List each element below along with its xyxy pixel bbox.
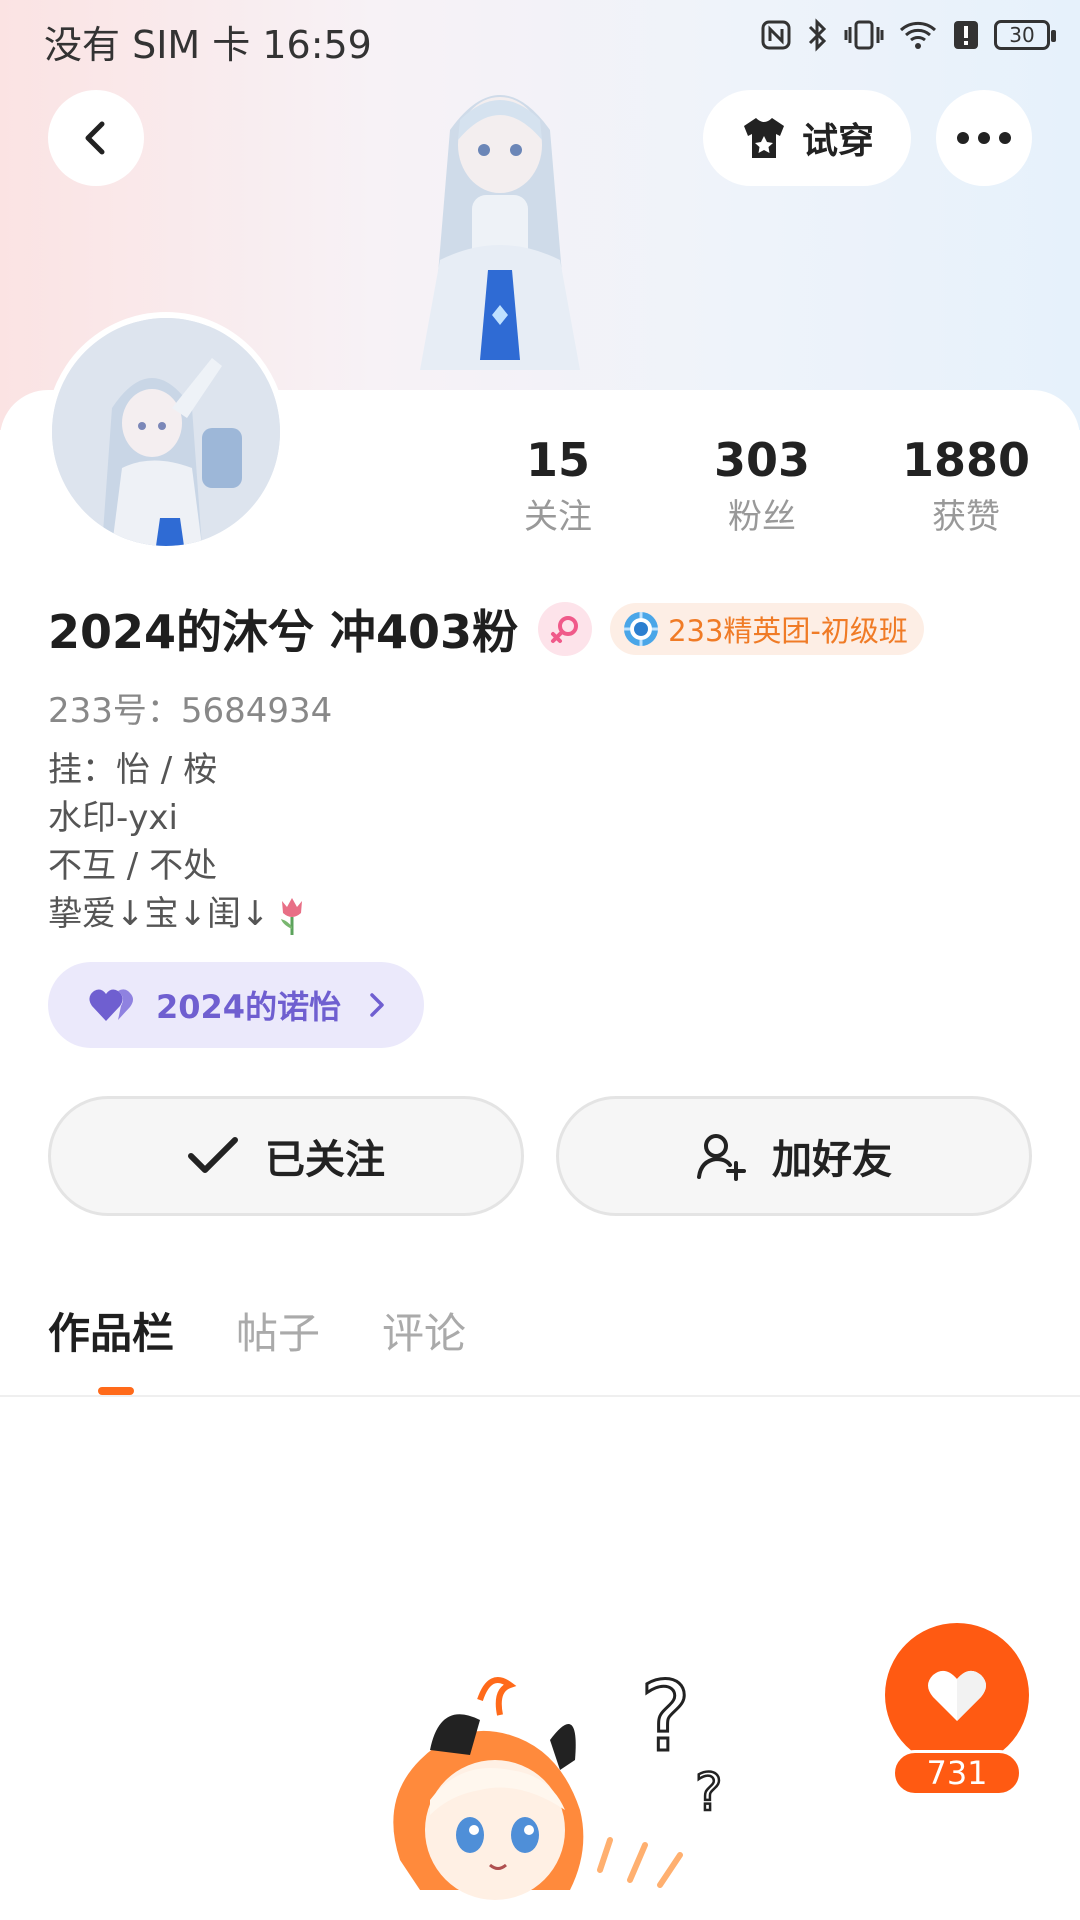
stat-followers-value: 303 xyxy=(713,433,811,487)
tab-posts[interactable]: 帖子 xyxy=(236,1300,320,1364)
stat-followers-label: 粉丝 xyxy=(728,497,796,537)
try-on-label: 试穿 xyxy=(801,121,874,162)
avatar[interactable] xyxy=(46,312,286,552)
followed-button[interactable]: 已关注 xyxy=(48,1096,524,1216)
alert-icon xyxy=(954,21,978,49)
group-badge[interactable]: 233精英团-初级班 xyxy=(610,603,924,655)
nfc-icon xyxy=(761,20,791,50)
bio-line-4: 挚爱↓宝↓闺↓ xyxy=(48,894,270,934)
tab-works[interactable]: 作品栏 xyxy=(48,1300,175,1395)
check-icon xyxy=(188,1137,238,1173)
tab-works-label: 作品栏 xyxy=(48,1309,175,1358)
more-options-button[interactable] xyxy=(936,90,1032,186)
stat-likes[interactable]: 1880 获赞 xyxy=(876,430,1056,540)
female-icon xyxy=(551,616,579,643)
double-heart-icon xyxy=(89,989,133,1021)
bio-line-2: 水印-yxi xyxy=(48,798,178,838)
relation-label: 2024的诺怡 xyxy=(156,988,342,1026)
add-friend-label: 加好友 xyxy=(772,1137,892,1183)
chevron-right-icon xyxy=(370,993,384,1017)
gear-badge-icon xyxy=(624,612,659,646)
chevron-left-icon xyxy=(85,121,105,155)
status-icons: 30 xyxy=(760,18,1056,52)
tulip-icon xyxy=(281,897,303,935)
stat-followers[interactable]: 303 粉丝 xyxy=(672,430,852,540)
svg-text:?: ? xyxy=(640,1661,691,1773)
bluetooth-icon xyxy=(808,18,827,52)
status-carrier-time: 没有 SIM 卡 16:59 xyxy=(44,23,372,67)
more-dots-icon xyxy=(957,132,1011,144)
username: 2024的沐兮 冲403粉 xyxy=(48,605,519,659)
like-button[interactable] xyxy=(885,1623,1029,1767)
back-button[interactable] xyxy=(48,90,144,186)
battery-icon: 30 xyxy=(994,20,1056,50)
shirt-icon xyxy=(743,118,784,158)
tab-comments[interactable]: 评论 xyxy=(382,1300,466,1364)
avatar-character-image xyxy=(52,318,280,546)
bio-line-3: 不互 / 不处 xyxy=(48,846,218,886)
gender-badge xyxy=(538,602,593,656)
tabs-divider xyxy=(0,1395,1080,1397)
stat-following-value: 15 xyxy=(525,433,590,487)
bio-line-4-wrap: 挚爱↓宝↓闺↓ xyxy=(48,890,309,938)
like-count: 731 xyxy=(892,1750,1022,1796)
character-figure xyxy=(420,95,580,370)
tab-posts-label: 帖子 xyxy=(236,1309,321,1358)
followed-label: 已关注 xyxy=(265,1137,385,1183)
tab-comments-label: 评论 xyxy=(382,1309,467,1358)
wifi-icon xyxy=(899,21,937,49)
mascot-illustration: ? ? xyxy=(393,1660,724,1900)
stat-following-label: 关注 xyxy=(524,497,592,537)
status-bar: 没有 SIM 卡 16:59 30 xyxy=(0,0,1080,76)
user-id: 233号：5684934 xyxy=(48,691,333,731)
content-tabs: 作品栏 帖子 评论 xyxy=(48,1300,466,1395)
tab-active-indicator xyxy=(98,1387,134,1395)
stat-likes-label: 获赞 xyxy=(932,497,1000,537)
group-badge-label: 233精英团-初级班 xyxy=(668,614,908,648)
bio-line-1: 挂：怡 / 桉 xyxy=(48,750,218,790)
try-on-button[interactable]: 试穿 xyxy=(703,90,911,186)
heart-icon xyxy=(928,1670,986,1721)
add-friend-button[interactable]: 加好友 xyxy=(556,1096,1032,1216)
bio: 挂：怡 / 桉 水印-yxi 不互 / 不处 挚爱↓宝↓闺↓ xyxy=(48,746,309,938)
stat-following[interactable]: 15 关注 xyxy=(468,430,648,540)
stat-likes-value: 1880 xyxy=(901,433,1031,487)
add-friend-icon xyxy=(697,1134,746,1181)
relation-chip[interactable]: 2024的诺怡 xyxy=(48,962,424,1048)
name-row: 2024的沐兮 冲403粉 233精英团-初级班 xyxy=(48,598,924,660)
vibrate-icon xyxy=(844,20,884,50)
svg-text:?: ? xyxy=(695,1763,723,1823)
